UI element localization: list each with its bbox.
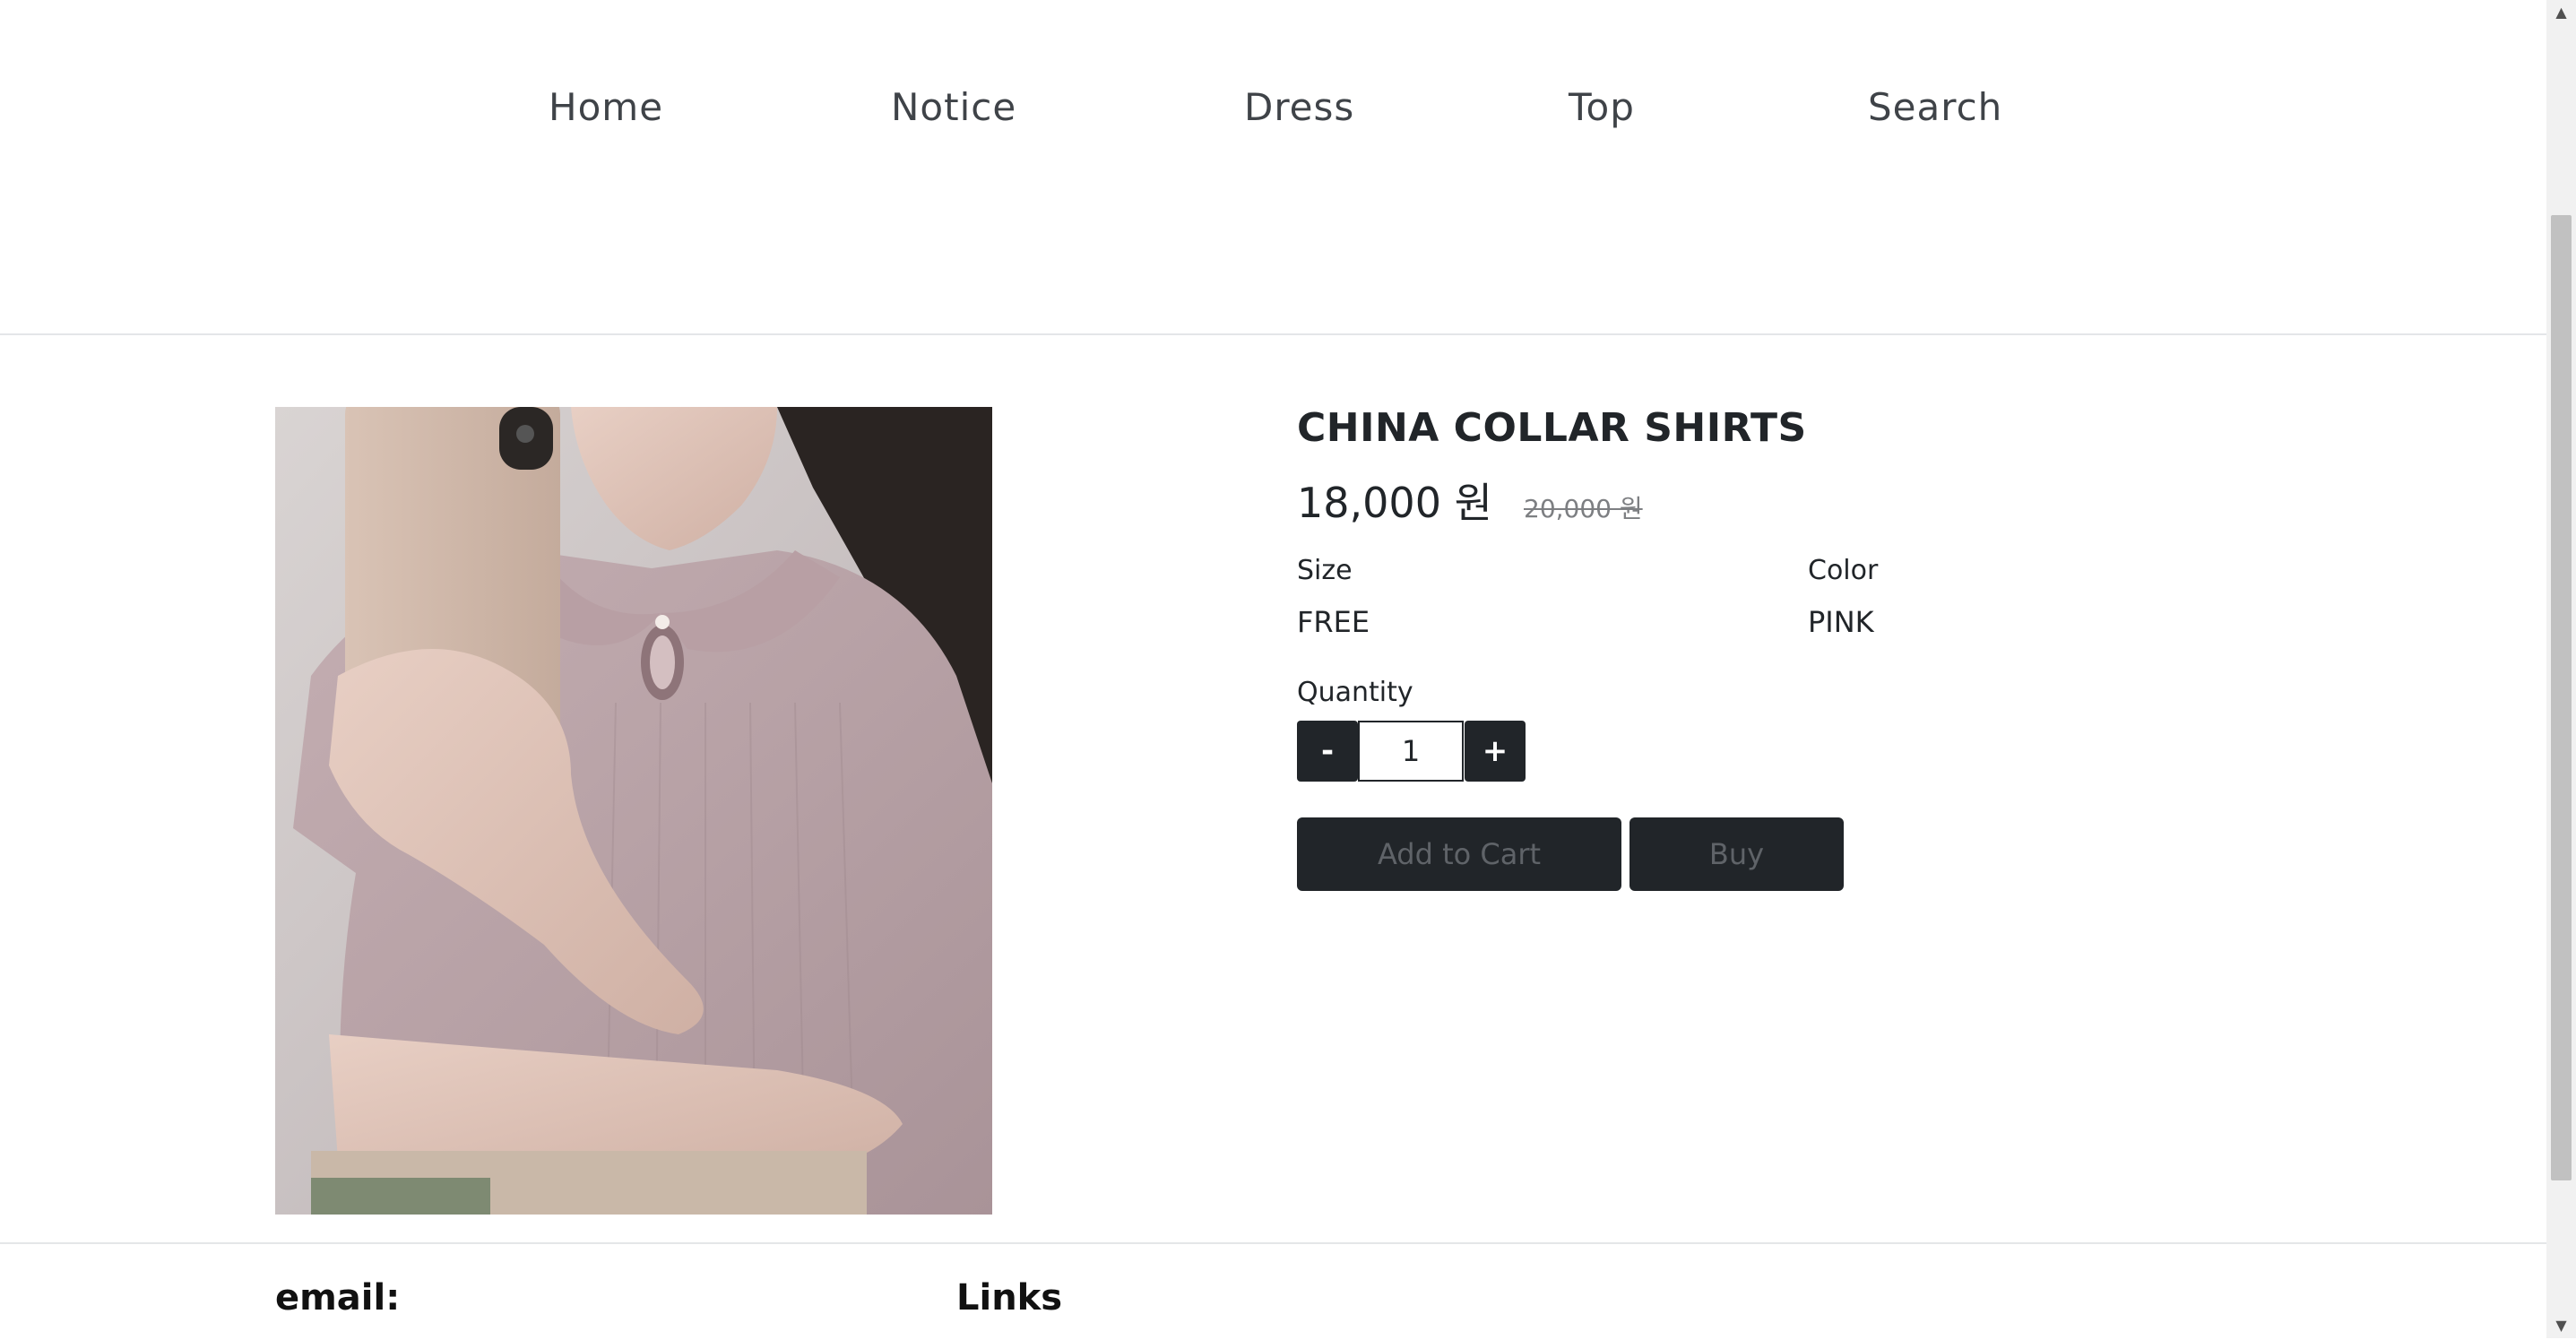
product-image [275,407,992,1215]
original-price: 20,000 원 [1524,494,1643,523]
price-row: 18,000 원 20,000 원 [1297,473,1643,536]
quantity-label: Quantity [1297,677,1413,708]
scroll-down-icon[interactable]: ▼ [2546,1313,2576,1338]
top-nav: Home Notice Dress Top Search [0,0,2546,335]
color-value: PINK [1808,605,1874,639]
quantity-decrement-button[interactable]: - [1297,721,1358,782]
product-page: Home Notice Dress Top Search CHINA COLLA… [0,0,2546,1338]
vertical-scrollbar[interactable]: ▲ ▼ [2546,0,2576,1338]
color-label: Color [1808,555,1879,586]
scroll-up-icon[interactable]: ▲ [2546,0,2576,25]
quantity-input[interactable] [1358,721,1464,782]
quantity-increment-button[interactable]: + [1465,721,1526,782]
add-to-cart-button[interactable]: Add to Cart [1297,817,1621,891]
nav-search-link[interactable]: Search [1868,82,2002,133]
size-label: Size [1297,555,1353,586]
footer: email: Links [0,1242,2546,1340]
buy-button[interactable]: Buy [1629,817,1844,891]
footer-links-heading: Links [956,1277,1063,1318]
product-title: CHINA COLLAR SHIRTS [1297,405,1807,451]
nav-home-link[interactable]: Home [549,82,663,133]
sale-price: 18,000 원 [1297,479,1492,527]
footer-email-heading: email: [275,1277,401,1318]
scrollbar-thumb[interactable] [2551,215,2572,1180]
size-value: FREE [1297,605,1370,639]
nav-notice-link[interactable]: Notice [891,82,1016,133]
nav-dress-link[interactable]: Dress [1244,82,1354,133]
nav-top-link[interactable]: Top [1569,82,1635,133]
